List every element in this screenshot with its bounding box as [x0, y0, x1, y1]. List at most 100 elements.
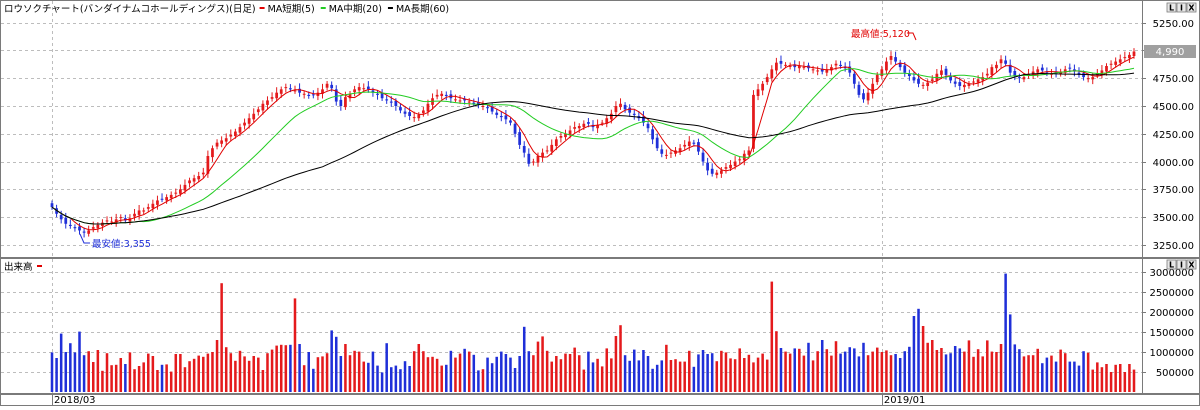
volume-bar [458, 353, 462, 392]
price-tick-label: 3500.00 [1153, 213, 1194, 224]
candle-body [573, 127, 577, 129]
candle-body [224, 138, 228, 142]
candle-body [142, 210, 146, 212]
volume-bar [1013, 344, 1017, 392]
candle-body [440, 93, 444, 96]
volume-bar [674, 359, 677, 392]
volume-bar [96, 350, 100, 392]
candle-body [188, 180, 191, 184]
candle-body [252, 113, 256, 120]
candle-body [550, 144, 554, 152]
volume-bar [1050, 355, 1053, 392]
candle-body [669, 152, 673, 154]
candle-body [660, 149, 664, 154]
volume-bar [1118, 364, 1122, 392]
volume-bar [477, 370, 480, 392]
volume-bar [215, 340, 219, 392]
candle-body [724, 167, 728, 169]
volume-bar [788, 353, 792, 392]
candle-body [238, 127, 242, 133]
volume-bar [857, 356, 861, 392]
volume-bar [995, 352, 998, 392]
candle-body [816, 70, 820, 72]
candle-body [839, 64, 842, 66]
volume-bar [1123, 372, 1127, 392]
price-tick-label: 3250.00 [1153, 241, 1194, 252]
candle-body [325, 83, 329, 88]
candle-body [779, 61, 783, 64]
price-tick-label: 3750.00 [1153, 185, 1194, 196]
candle-body [871, 83, 875, 94]
candle-body [527, 153, 531, 164]
volume-bar [82, 355, 86, 392]
volume-bar [417, 344, 421, 392]
volume-bar [958, 348, 962, 392]
candle-body [765, 77, 769, 83]
candle-body [509, 120, 512, 123]
candle-body [715, 172, 719, 175]
candle-body [229, 134, 233, 137]
volume-bar [399, 369, 402, 392]
candle-body [201, 172, 205, 175]
price-window-buttons: L I X [1166, 2, 1197, 13]
volume-bar [390, 367, 393, 392]
volume-bar [69, 343, 72, 392]
volume-bar [1096, 362, 1099, 392]
volume-bar [967, 340, 971, 392]
candle-body [412, 117, 416, 119]
volume-bar [596, 358, 599, 392]
volume-bar [1100, 367, 1104, 392]
volume-bar [371, 351, 375, 392]
volume-bar [536, 341, 540, 392]
candle-body [169, 194, 173, 199]
candle-body [302, 93, 306, 95]
candle-body [307, 94, 311, 96]
volume-bar [573, 347, 576, 392]
candle-body [1018, 77, 1021, 79]
volume-bar [344, 344, 347, 392]
volume-bar [834, 341, 838, 392]
volume-bar [367, 362, 370, 392]
volume-bar [206, 353, 210, 392]
candle-body [284, 87, 288, 89]
candle-body [467, 101, 471, 103]
volume-bar [247, 360, 251, 392]
volume-bar [1073, 361, 1076, 392]
candle-body [985, 73, 989, 76]
volume-bar [1008, 314, 1012, 392]
volume-bar [160, 364, 164, 392]
candle-body [756, 89, 760, 96]
volume-panel: 500000 1000000 1500000 2000000 2500000 300000… [0, 258, 1200, 394]
candle-body [1114, 61, 1118, 65]
candle-body [852, 73, 856, 84]
candle-body [999, 59, 1003, 64]
volume-bar [600, 366, 604, 392]
candle-body [921, 84, 925, 86]
candle-body [339, 99, 343, 106]
candle-body [912, 77, 916, 81]
candle-body [701, 152, 705, 162]
volume-legend-swatch [37, 265, 42, 267]
volume-bar [784, 351, 787, 392]
candle-body [1022, 77, 1026, 80]
candle-body [541, 152, 544, 158]
x-axis: 2018/03 2019/01 [0, 394, 1200, 406]
candle-body [266, 100, 269, 105]
volume-bar [229, 353, 233, 392]
volume-bar [944, 354, 948, 392]
candle-body [389, 101, 393, 103]
candle-body [609, 113, 613, 120]
candle-body [362, 88, 366, 90]
volume-bar [953, 346, 957, 392]
volume-bar [1054, 361, 1058, 392]
volume-bar [655, 364, 659, 392]
volume-bar [839, 353, 842, 392]
high-annotation-label: 最高値:5,120 [851, 28, 910, 40]
volume-bar [435, 358, 439, 392]
candle-body [995, 64, 998, 69]
volume-link-button-label: L [1169, 261, 1174, 270]
volume-bar [683, 361, 686, 392]
chart-window: 3250.00 3500.00 3750.00 4000.00 4250.00 4500.… [0, 0, 1200, 406]
candle-body [761, 83, 765, 91]
volume-bar [532, 355, 535, 392]
